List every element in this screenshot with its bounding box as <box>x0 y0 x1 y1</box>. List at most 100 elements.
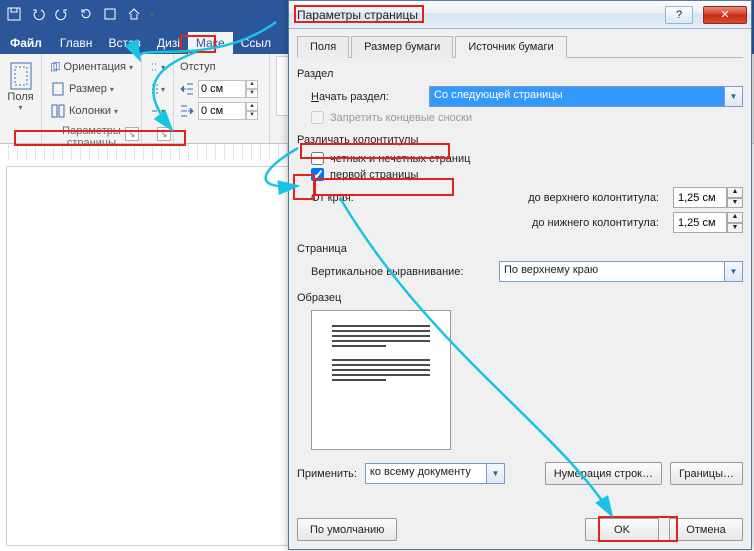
first-page-label: первой страницы <box>330 169 418 181</box>
spin-down-icon[interactable]: ▼ <box>727 223 743 234</box>
from-edge-row: От края: до верхнего колонтитула: ▲▼ <box>311 187 743 208</box>
valign-value: По верхнему краю <box>500 262 724 281</box>
suppress-endnotes-row: Запретить концевые сноски <box>311 111 743 124</box>
to-footer-row: до нижнего колонтитула: ▲▼ <box>311 212 743 233</box>
orientation-icon <box>50 59 61 75</box>
insert-icon[interactable] <box>102 6 118 22</box>
spin-up-icon[interactable]: ▲ <box>727 187 743 198</box>
size-label: Размер <box>69 83 107 95</box>
breaks-button[interactable]: ▾ <box>148 56 167 78</box>
footer-distance-input[interactable] <box>673 212 727 233</box>
header-distance-input[interactable] <box>673 187 727 208</box>
refresh-icon[interactable] <box>78 6 94 22</box>
suppress-endnotes-checkbox <box>311 111 324 124</box>
tab-margins[interactable]: Поля <box>297 36 349 58</box>
tab-file[interactable]: Файл <box>4 32 52 54</box>
indent-left-icon <box>180 82 194 96</box>
cancel-button[interactable]: Отмена <box>669 518 743 541</box>
line-numbers-button[interactable]: Нумерация строк… <box>545 462 662 485</box>
first-page-checkbox[interactable] <box>311 168 324 181</box>
to-footer-label: до нижнего колонтитула: <box>379 217 665 229</box>
tab-paper-source[interactable]: Источник бумаги <box>455 36 566 58</box>
hyphen-icon <box>150 104 158 118</box>
defaults-button[interactable]: По умолчанию <box>297 518 397 541</box>
tab-insert[interactable]: Встав <box>100 32 148 54</box>
indent-right-input[interactable] <box>198 102 246 120</box>
footer-distance-spin[interactable]: ▲▼ <box>673 212 743 233</box>
margins-icon <box>8 61 34 91</box>
start-section-combo[interactable]: Со следующей страницы ▼ <box>429 86 743 107</box>
page-setup-dialog: Параметры страницы ? ✕ Поля Размер бумаг… <box>288 0 752 550</box>
start-section-row: ННачать раздел:ачать раздел: Со следующе… <box>311 86 743 107</box>
redo-icon[interactable] <box>54 6 70 22</box>
dialog-footer: По умолчанию OK Отмена <box>297 518 743 541</box>
section-headers: Различать колонтитулы четных и нечетных … <box>297 134 743 233</box>
section-preview-title: Образец <box>297 292 743 304</box>
header-distance-spin[interactable]: ▲▼ <box>673 187 743 208</box>
group-indent: Отступ ▲▼ ▲▼ <box>174 54 270 143</box>
section-page: Страница Вертикальное выравнивание: По в… <box>297 243 743 282</box>
valign-row: Вертикальное выравнивание: По верхнему к… <box>311 261 743 282</box>
orientation-button[interactable]: Ориентация▾ <box>48 56 135 78</box>
section-section: Раздел ННачать раздел:ачать раздел: Со с… <box>297 68 743 124</box>
odd-even-checkbox[interactable] <box>311 152 324 165</box>
suppress-endnotes-label: Запретить концевые сноски <box>330 112 472 124</box>
hyphen-button[interactable]: ▾ <box>148 100 167 122</box>
tab-design[interactable]: Дизі <box>149 32 188 54</box>
indent-left-spin[interactable]: ▲▼ <box>198 80 258 98</box>
home-icon[interactable] <box>126 6 142 22</box>
undo-icon[interactable] <box>30 6 46 22</box>
indent-right-spin[interactable]: ▲▼ <box>198 102 258 120</box>
close-button[interactable]: ✕ <box>703 6 747 24</box>
columns-button[interactable]: Колонки▾ <box>48 100 135 122</box>
group-margins: Поля ▾ <box>0 54 42 143</box>
qat-dropdown-icon[interactable]: ▾ <box>150 10 154 19</box>
apply-value: ко всему документу <box>366 464 486 483</box>
save-icon[interactable] <box>6 6 22 22</box>
chevron-down-icon: ▼ <box>724 262 742 281</box>
valign-combo[interactable]: По верхнему краю ▼ <box>499 261 743 282</box>
margins-button[interactable]: Поля ▾ <box>6 60 35 113</box>
preview-thumbnail <box>311 310 451 450</box>
first-page-row: первой страницы <box>311 168 743 181</box>
start-section-value: Со следующей страницы <box>430 87 724 106</box>
indent-left-row: ▲▼ <box>180 78 263 100</box>
columns-icon <box>50 103 66 119</box>
linenum-icon <box>150 82 158 96</box>
borders-button[interactable]: Границы… <box>670 462 743 485</box>
margins-label: Поля <box>7 91 33 103</box>
from-edge-label: От края: <box>311 192 371 204</box>
apply-combo[interactable]: ко всему документу ▼ <box>365 463 505 484</box>
close-icon: ✕ <box>720 8 729 21</box>
to-header-label: до верхнего колонтитула: <box>379 192 665 204</box>
tab-home[interactable]: Главн <box>52 32 101 54</box>
indent-right-icon <box>180 104 194 118</box>
section-preview: Образец <box>297 292 743 450</box>
tab-layout[interactable]: Маке <box>188 32 233 54</box>
dialog-tabs: Поля Размер бумаги Источник бумаги <box>297 35 743 58</box>
ok-button[interactable]: OK <box>585 518 659 541</box>
group-breaks: ▾ ▾ ▾ ↘ <box>142 54 174 143</box>
page-setup-launcher[interactable]: ↘ <box>125 127 139 141</box>
spin-up-icon[interactable]: ▲ <box>727 212 743 223</box>
dialog-titlebar: Параметры страницы ? ✕ <box>289 1 751 29</box>
orientation-label: Ориентация <box>64 61 126 73</box>
apply-row: Применить: ко всему документу ▼ Нумераци… <box>297 462 743 485</box>
indent-title-row: Отступ <box>180 56 263 78</box>
linenum-button[interactable]: ▾ <box>148 78 167 100</box>
columns-label: Колонки <box>69 105 111 117</box>
start-section-label: ННачать раздел:ачать раздел: <box>311 91 421 103</box>
size-button[interactable]: Размер▾ <box>48 78 135 100</box>
odd-even-row: четных и нечетных страниц <box>311 152 743 165</box>
breaks-launcher[interactable]: ↘ <box>157 127 171 141</box>
spin-down-icon[interactable]: ▼ <box>727 198 743 209</box>
help-button[interactable]: ? <box>665 6 693 24</box>
tab-paper-size[interactable]: Размер бумаги <box>351 36 453 58</box>
break-icon <box>150 60 158 74</box>
indent-left-input[interactable] <box>198 80 246 98</box>
tab-references[interactable]: Ссыл <box>233 32 279 54</box>
dialog-title-text: Параметры страницы <box>297 8 659 22</box>
chevron-down-icon: ▼ <box>486 464 504 483</box>
dialog-body: Поля Размер бумаги Источник бумаги Разде… <box>289 29 751 549</box>
size-icon <box>50 81 66 97</box>
